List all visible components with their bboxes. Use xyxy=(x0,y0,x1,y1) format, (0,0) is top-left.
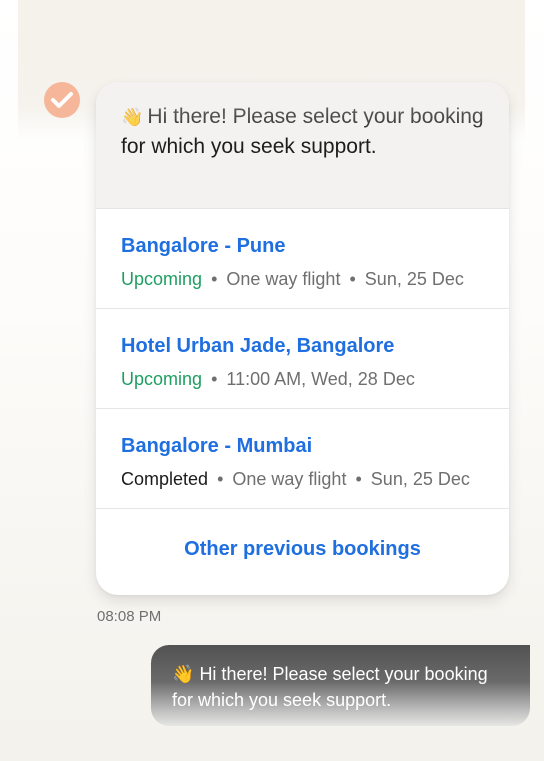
waving-hand-icon: 👋 xyxy=(172,664,195,684)
booking-selection-card: 👋 Hi there! Please select your booking fo… xyxy=(96,82,509,595)
booking-detail: One way flight xyxy=(232,469,347,489)
separator-dot: • xyxy=(355,469,362,489)
separator-dot: • xyxy=(217,469,224,489)
status-label: Completed xyxy=(121,469,209,489)
message-timestamp: 08:08 PM xyxy=(97,608,162,625)
booking-title: Bangalore - Mumbai xyxy=(121,435,313,457)
bot-avatar xyxy=(44,82,80,118)
booking-detail: 11:00 AM, Wed, 28 Dec xyxy=(226,369,415,389)
user-message: 👋 Hi there! Please select your booking f… xyxy=(172,661,510,713)
booking-item[interactable]: Bangalore - Pune Upcoming • One way flig… xyxy=(96,209,509,309)
booking-detail: Sun, 25 Dec xyxy=(370,469,470,489)
bot-message: 👋 Hi there! Please select your booking fo… xyxy=(121,102,484,162)
checkmark-icon xyxy=(51,92,73,108)
booking-title: Hotel Urban Jade, Bangalore xyxy=(121,335,395,357)
status-label: Upcoming xyxy=(121,269,203,289)
bot-message-header: 👋 Hi there! Please select your booking fo… xyxy=(96,82,509,209)
booking-detail: Sun, 25 Dec xyxy=(364,269,464,289)
booking-meta: Upcoming • One way flight • Sun, 25 Dec xyxy=(121,267,484,291)
bot-message-text: Hi there! Please select your booking for… xyxy=(121,105,484,158)
waving-hand-icon: 👋 xyxy=(121,107,144,127)
status-label: Upcoming xyxy=(121,369,203,389)
separator-dot: • xyxy=(349,269,356,289)
separator-dot: • xyxy=(211,269,218,289)
booking-item[interactable]: Hotel Urban Jade, Bangalore Upcoming • 1… xyxy=(96,309,509,409)
user-message-bubble: 👋 Hi there! Please select your booking f… xyxy=(151,645,530,726)
booking-item[interactable]: Bangalore - Mumbai Completed • One way f… xyxy=(96,409,509,509)
booking-detail: One way flight xyxy=(226,269,341,289)
booking-meta: Upcoming • 11:00 AM, Wed, 28 Dec xyxy=(121,367,484,391)
booking-meta: Completed • One way flight • Sun, 25 Dec xyxy=(121,467,484,491)
separator-dot: • xyxy=(211,369,218,389)
other-bookings-button[interactable]: Other previous bookings xyxy=(96,509,509,589)
booking-title: Bangalore - Pune xyxy=(121,235,286,257)
user-message-text: Hi there! Please select your booking for… xyxy=(172,664,488,710)
